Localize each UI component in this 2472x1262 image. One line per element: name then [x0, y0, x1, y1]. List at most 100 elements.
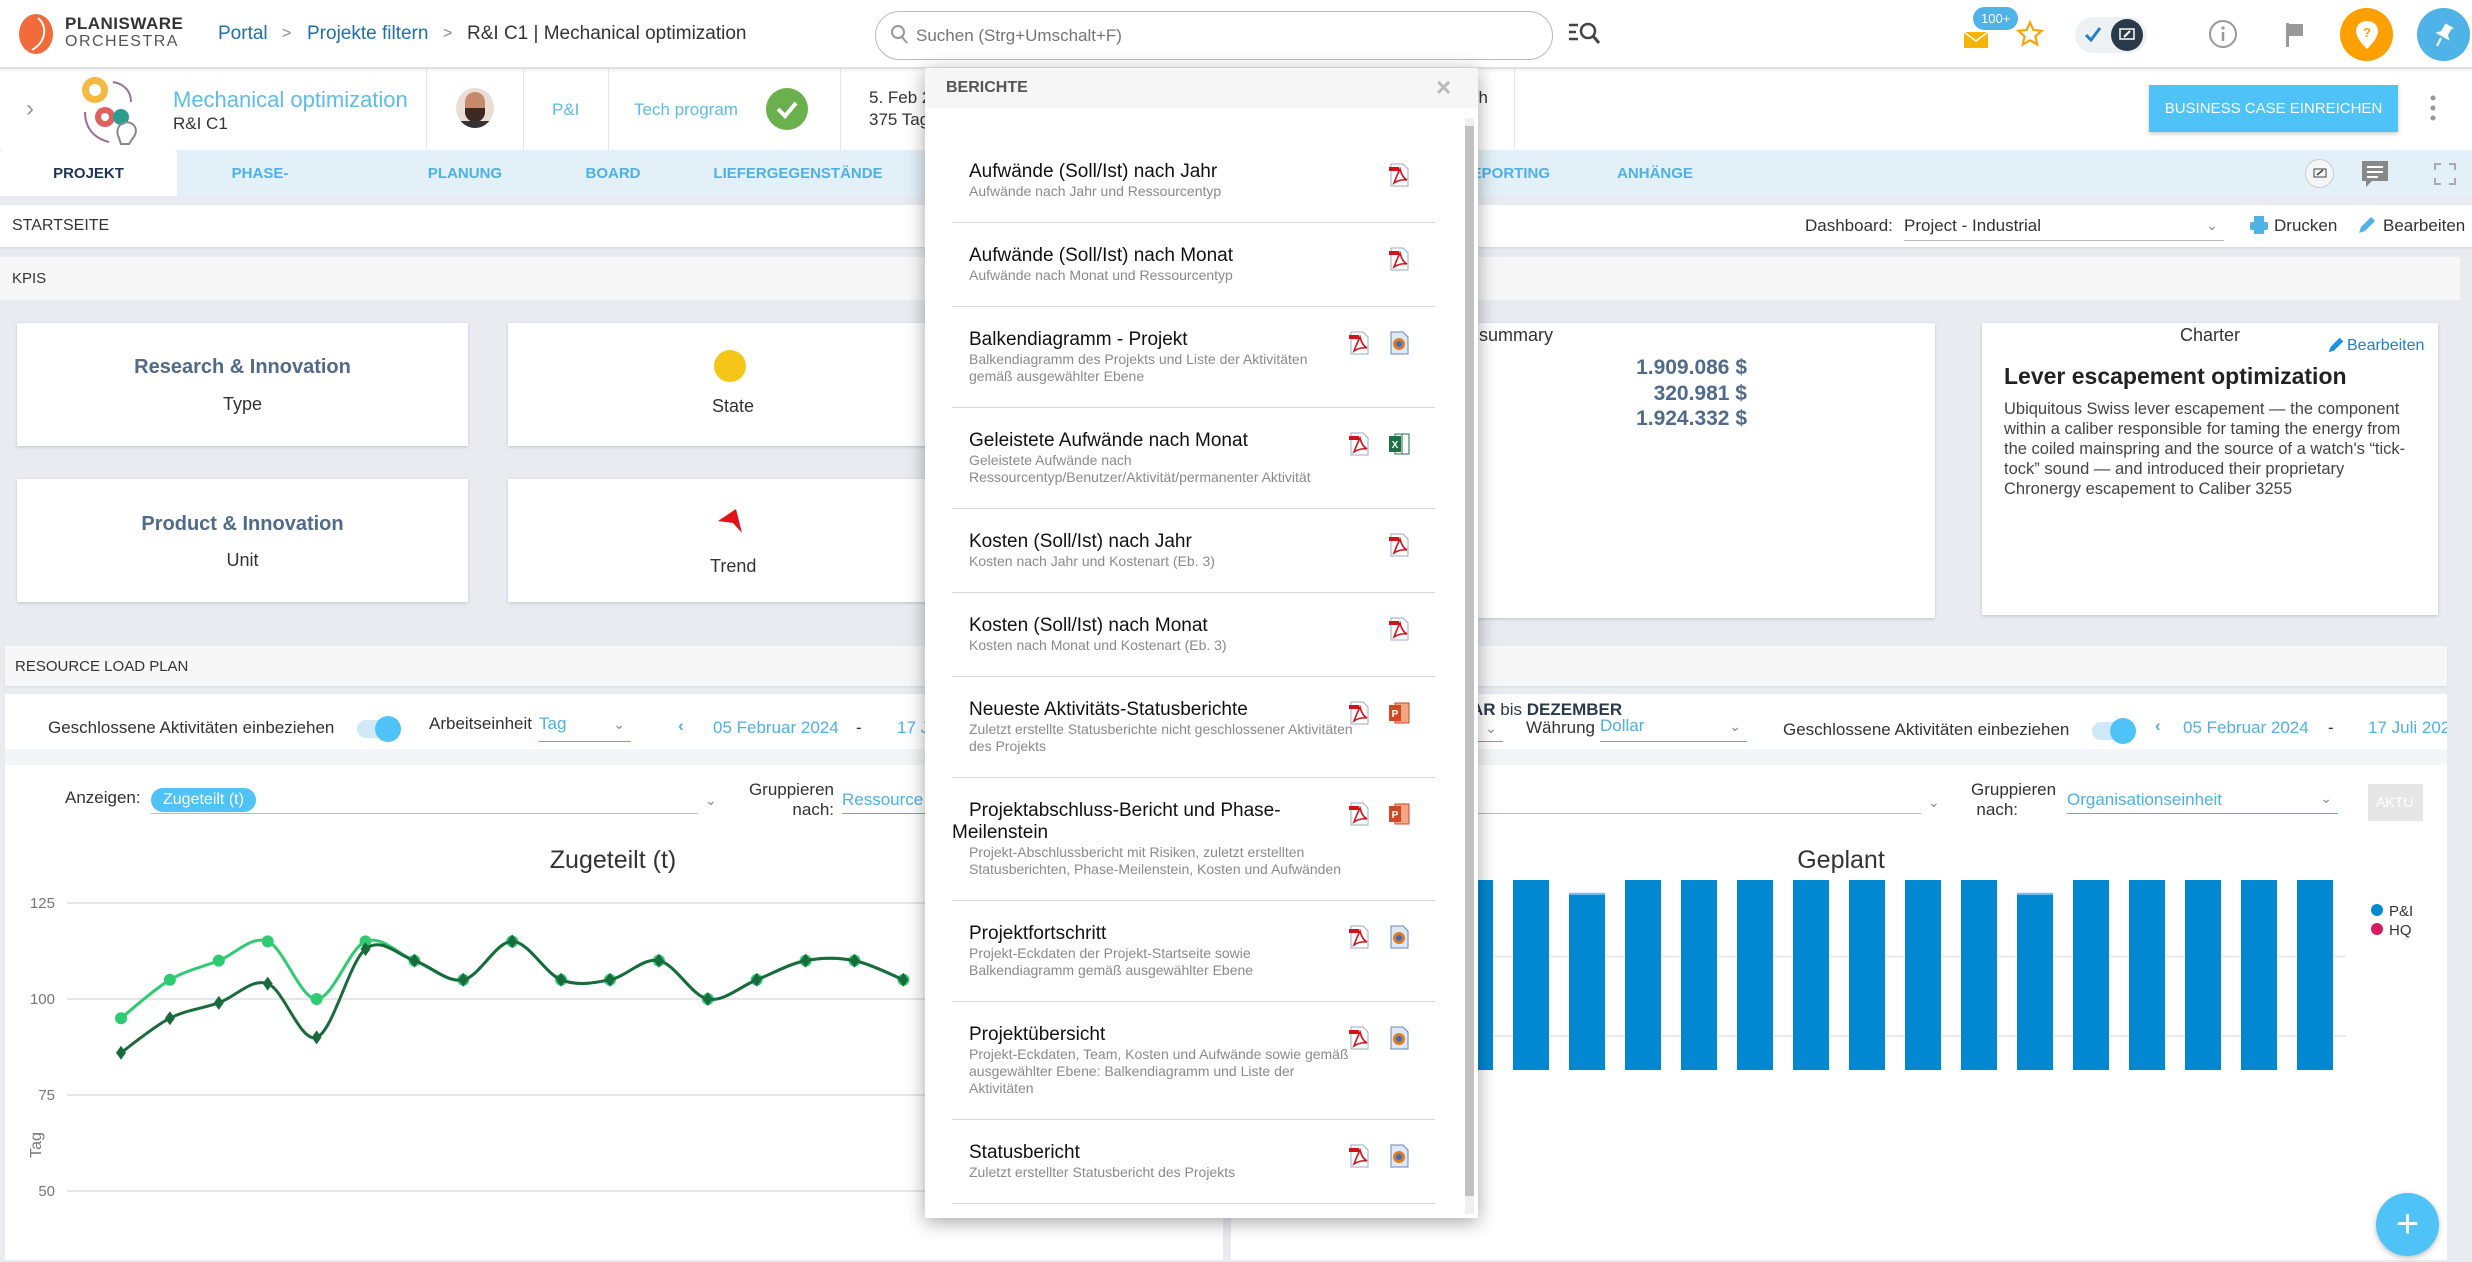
dashboard-select[interactable]: Project - Industrial ⌄ — [1904, 211, 2224, 241]
bar[interactable] — [1905, 880, 1941, 1070]
pdf-icon[interactable] — [1348, 802, 1370, 831]
report-title[interactable]: Geleistete Aufwände nach Monat — [952, 430, 1352, 452]
report-item[interactable]: Kosten (Soll/Ist) nach Jahr Kosten nach J… — [952, 509, 1435, 593]
pencil-icon[interactable] — [2356, 214, 2378, 241]
pdf-icon[interactable] — [1348, 1144, 1370, 1173]
powerpoint-icon[interactable]: P — [1388, 802, 1410, 831]
date-from[interactable]: 05 Februar 2024 — [2183, 718, 2309, 738]
web-report-icon[interactable] — [1388, 1026, 1410, 1055]
report-item[interactable]: Kosten (Soll/Ist) nach Monat Kosten nach … — [952, 593, 1435, 677]
bar[interactable] — [2297, 880, 2333, 1070]
data-point[interactable] — [800, 953, 811, 968]
report-item[interactable]: Statusbericht Zuletzt erstellter Statusbe… — [952, 1120, 1435, 1204]
data-point[interactable] — [262, 976, 273, 991]
tab-liefergegenstaende[interactable]: LIEFERGEGENSTÄNDE — [710, 150, 886, 196]
bar[interactable] — [2241, 880, 2277, 1070]
pdf-icon[interactable] — [1388, 533, 1410, 562]
tab-projekt[interactable]: PROJEKT — [0, 150, 177, 196]
add-button[interactable]: + — [2376, 1193, 2439, 1256]
search-input[interactable] — [916, 22, 1516, 50]
excel-icon[interactable]: X — [1388, 432, 1410, 461]
report-title[interactable]: Neueste Aktivitäts-Statusberichte — [952, 699, 1352, 721]
tab-board[interactable]: BOARD — [573, 150, 653, 196]
previous-period-icon[interactable]: ‹ — [678, 716, 684, 736]
tab-phase-meilenstein[interactable]: PHASE-MEILENSTEIN — [190, 150, 330, 230]
report-item[interactable]: Projektübersicht Projekt-Eckdaten, Team, … — [952, 1002, 1435, 1120]
tab-anhaenge[interactable]: ANHÄNGE — [1610, 150, 1700, 196]
pencil-icon[interactable] — [2326, 335, 2346, 360]
data-point[interactable] — [115, 1012, 127, 1025]
chevron-down-icon[interactable]: ⌄ — [705, 792, 717, 809]
flag-icon[interactable] — [2284, 22, 2306, 53]
report-item[interactable]: Neueste Aktivitäts-Statusberichte Zuletzt… — [952, 677, 1435, 778]
info-icon[interactable] — [2208, 19, 2238, 54]
show-chip[interactable]: Zugeteilt (t) — [151, 788, 256, 812]
data-point[interactable] — [849, 953, 860, 968]
pin-icon[interactable] — [2417, 8, 2470, 61]
edit-button[interactable]: Bearbeiten — [2383, 216, 2465, 236]
data-point[interactable] — [212, 954, 225, 967]
project-program[interactable]: Tech program — [634, 100, 738, 120]
report-title[interactable]: Aufwände (Soll/Ist) nach Jahr — [952, 161, 1352, 183]
bar[interactable] — [1961, 880, 1997, 1070]
bar[interactable] — [2017, 892, 2053, 1070]
date-from[interactable]: 05 Februar 2024 — [713, 718, 839, 738]
report-item[interactable]: Geleistete Aufwände nach Monat Geleistete… — [952, 408, 1435, 509]
report-item[interactable]: Aufwände (Soll/Ist) nach Jahr Aufwände na… — [952, 139, 1435, 223]
report-item[interactable]: Projektfortschritt Projekt-Eckdaten der P… — [952, 901, 1435, 1002]
data-point[interactable] — [116, 1045, 126, 1060]
work-unit-select[interactable]: Tag ⌄ — [539, 712, 631, 742]
pdf-icon[interactable] — [1388, 247, 1410, 276]
bar[interactable] — [1625, 880, 1661, 1070]
expand-chevron-icon[interactable]: › — [26, 95, 34, 123]
bar[interactable] — [1569, 892, 1605, 1070]
charter-edit-button[interactable]: Bearbeiten — [2347, 337, 2424, 355]
previous-period-icon[interactable]: ‹ — [2155, 716, 2161, 736]
include-closed-toggle[interactable] — [357, 716, 401, 742]
legend-item[interactable]: P&I — [2371, 902, 2413, 921]
pdf-icon[interactable] — [1388, 163, 1410, 192]
tab-planung[interactable]: PLANUNG — [415, 150, 515, 196]
pdf-icon[interactable] — [1348, 925, 1370, 954]
bar[interactable] — [1849, 880, 1885, 1070]
bar[interactable] — [1793, 880, 1829, 1070]
more-options-icon[interactable] — [2428, 93, 2438, 128]
chevron-down-icon[interactable]: ⌄ — [1928, 794, 1940, 811]
scrollbar-thumb[interactable] — [1465, 126, 1474, 1196]
bar[interactable] — [1737, 880, 1773, 1070]
report-title[interactable]: Projektübersicht — [952, 1024, 1352, 1046]
help-icon[interactable]: ? — [2340, 8, 2393, 61]
bar[interactable] — [1513, 880, 1549, 1070]
bar[interactable] — [1681, 880, 1717, 1070]
data-point[interactable] — [311, 1030, 322, 1045]
mode-toggle[interactable] — [2075, 17, 2147, 53]
avatar[interactable] — [456, 88, 494, 128]
data-point[interactable] — [702, 992, 713, 1006]
report-title[interactable]: Kosten (Soll/Ist) nach Monat — [952, 615, 1352, 637]
data-point[interactable] — [458, 972, 469, 987]
report-title[interactable]: Aufwände (Soll/Ist) nach Monat — [952, 245, 1352, 267]
report-title[interactable]: Kosten (Soll/Ist) nach Jahr — [952, 531, 1352, 553]
data-point[interactable] — [164, 1011, 175, 1026]
print-button[interactable]: Drucken — [2274, 216, 2337, 236]
report-title[interactable]: Statusbericht — [952, 1142, 1352, 1164]
show-select[interactable]: Zugeteilt (t) — [151, 784, 698, 814]
report-title[interactable]: Projektfortschritt — [952, 923, 1352, 945]
data-point[interactable] — [898, 972, 909, 987]
group-by-select[interactable]: Organisationseinheit ⌄ — [2067, 784, 2338, 814]
bar[interactable] — [2073, 880, 2109, 1070]
notification-badge[interactable]: 100+ — [1973, 7, 2019, 30]
powerpoint-icon[interactable]: P — [1388, 701, 1410, 730]
close-icon[interactable]: × — [1436, 72, 1451, 103]
data-point[interactable] — [653, 953, 664, 968]
report-title[interactable]: Balkendiagramm - Projekt — [952, 329, 1352, 351]
legend-item[interactable]: HQ — [2371, 921, 2413, 940]
pdf-icon[interactable] — [1348, 1026, 1370, 1055]
refresh-button[interactable]: AKTU — [2368, 784, 2423, 821]
project-name[interactable]: Mechanical optimization — [173, 87, 408, 113]
breadcrumb-portal[interactable]: Portal — [218, 23, 268, 45]
project-unit[interactable]: P&I — [552, 100, 579, 120]
pdf-icon[interactable] — [1348, 331, 1370, 360]
data-point[interactable] — [409, 953, 420, 968]
include-closed-toggle[interactable] — [2092, 718, 2136, 744]
